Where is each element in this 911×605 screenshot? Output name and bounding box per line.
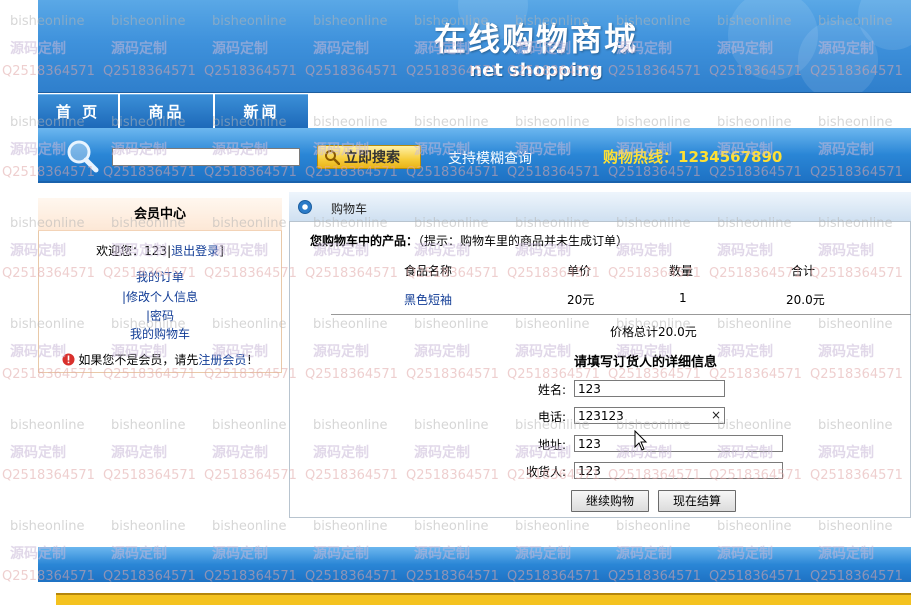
cart-heading-hint: （提示：购物车里的商品并未生成订单） — [418, 234, 629, 248]
watermark-text: bisheonline — [717, 519, 792, 534]
watermark-text: bisheonline — [818, 519, 893, 534]
watermark-text: bisheonline — [212, 418, 287, 433]
member-center-title: 会员中心 — [38, 198, 282, 231]
column-header-price: 单价 — [567, 264, 592, 278]
column-header-qty: 数量 — [669, 264, 694, 278]
register-prompt: 如果您不是会员，请先注册会员！ — [38, 351, 282, 368]
watermark-text: Q2518364571 — [103, 468, 196, 483]
watermark-text: bisheonline — [111, 519, 186, 534]
receiver-field[interactable] — [574, 462, 783, 479]
cart-header — [289, 192, 911, 222]
watermark-text: bisheonline — [616, 519, 691, 534]
shopping-hotline: 购物热线：1234567890 — [603, 148, 783, 166]
name-field[interactable] — [574, 380, 725, 397]
phone-field[interactable] — [574, 407, 725, 424]
my-orders-link[interactable]: 我的订单 — [136, 270, 184, 284]
fuzzy-search-hint: 支持模糊查询 — [448, 151, 532, 167]
watermark-text: bisheonline — [10, 519, 85, 534]
watermark-text: bisheonline — [111, 418, 186, 433]
main-nav: 首 页 商品 新闻 — [38, 94, 310, 128]
column-header-name: 食品名称 — [404, 264, 453, 278]
name-label: 姓名: — [537, 383, 566, 397]
cart-item-price: 20元 — [567, 293, 595, 307]
address-field[interactable] — [574, 435, 783, 452]
search-icon — [67, 140, 99, 173]
phone-label: 电话: — [537, 410, 566, 424]
cart-item-total: 20.0元 — [786, 293, 825, 307]
search-input[interactable] — [112, 148, 300, 166]
site-title: 在线购物商城 — [433, 20, 638, 58]
cart-item-name[interactable]: 黑色短袖 — [404, 291, 452, 308]
register-prefix: 如果您不是会员，请先 — [78, 353, 199, 367]
watermark-text: bisheonline — [212, 519, 287, 534]
nav-home[interactable]: 首 页 — [38, 94, 118, 128]
alert-icon — [62, 353, 75, 366]
watermark-text: bisheonline — [515, 519, 590, 534]
watermark-text: bisheonline — [414, 519, 489, 534]
site-subtitle: net shopping — [469, 60, 603, 81]
watermark-text: 源码定制 — [10, 445, 66, 461]
address-label: 地址: — [537, 438, 566, 452]
column-header-total: 合计 — [791, 264, 816, 278]
logout-close: ] — [219, 244, 224, 258]
welcome-line: 欢迎您：123|退出登录] — [38, 242, 282, 259]
clear-input-icon[interactable]: × — [711, 408, 721, 422]
footer-bar — [38, 547, 911, 582]
watermark-text: 源码定制 — [212, 445, 268, 461]
watermark-text: bisheonline — [10, 418, 85, 433]
magnifier-icon — [325, 150, 340, 165]
nav-products[interactable]: 商品 — [120, 94, 213, 128]
edit-info-link[interactable]: |修改个人信息 — [122, 290, 198, 304]
welcome-prefix: 欢迎您： — [96, 244, 145, 258]
cart-heading-bold: 您购物车中的产品： — [310, 234, 419, 248]
search-button-label: 立即搜索 — [344, 150, 400, 166]
register-link[interactable]: 注册会员 — [198, 353, 246, 367]
price-total: 价格总计20.0元 — [610, 325, 697, 339]
watermark-text: Q2518364571 — [2, 468, 95, 483]
cart-heading: 您购物车中的产品：（提示：购物车里的商品并未生成订单） — [310, 232, 628, 249]
register-suffix: ！ — [246, 353, 259, 367]
my-cart-link[interactable]: 我的购物车 — [130, 327, 190, 341]
watermark-text: Q2518364571 — [204, 468, 297, 483]
receiver-label: 收货人: — [525, 465, 566, 479]
order-info-title: 请填写订货人的详细信息 — [574, 355, 718, 370]
footer-stripe — [56, 593, 911, 605]
checkout-button[interactable]: 现在结算 — [658, 490, 736, 512]
table-divider — [331, 314, 911, 315]
circle-bullet-icon — [298, 200, 312, 214]
nav-news[interactable]: 新闻 — [215, 94, 308, 128]
cart-item-qty: 1 — [679, 291, 687, 305]
search-button[interactable]: 立即搜索 — [317, 145, 421, 169]
cart-title: 购物车 — [331, 202, 368, 216]
mouse-cursor-icon — [634, 430, 648, 451]
watermark-text: 源码定制 — [111, 445, 167, 461]
logout-link[interactable]: 退出登录 — [171, 244, 219, 258]
username: 123 — [144, 244, 168, 258]
continue-shopping-button[interactable]: 继续购物 — [571, 490, 649, 512]
watermark-text: bisheonline — [313, 519, 388, 534]
password-link[interactable]: |密码 — [146, 309, 174, 323]
